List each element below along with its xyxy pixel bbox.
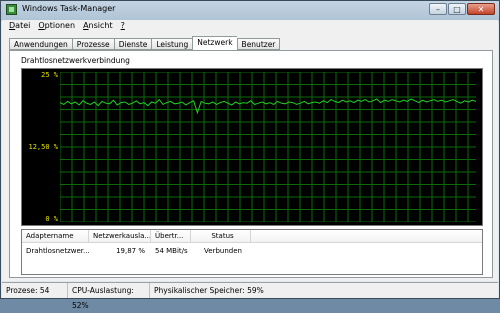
task-manager-window: Windows Task-Manager – □ ✕ Datei Optione… xyxy=(0,0,500,310)
adapter-list-header: Adaptername Netzwerkausla... Übertr... S… xyxy=(22,230,482,243)
adapter-list: Adaptername Netzwerkausla... Übertr... S… xyxy=(21,229,483,275)
close-button[interactable]: ✕ xyxy=(467,3,495,15)
column-status[interactable]: Status xyxy=(191,230,251,242)
cell-netzwerkauslastung: 19,87 % xyxy=(116,247,145,255)
tab-netzwerk[interactable]: Netzwerk xyxy=(192,36,237,50)
menu-optionen[interactable]: Optionen xyxy=(38,20,75,32)
minimize-button[interactable]: – xyxy=(429,3,447,15)
status-cpu-usage: CPU-Auslastung: 52% xyxy=(68,283,150,310)
tab-dienste[interactable]: Dienste xyxy=(113,38,152,50)
tab-strip: Anwendungen Prozesse Dienste Leistung Ne… xyxy=(9,36,281,50)
status-physical-memory: Physikalischer Speicher: 59% xyxy=(154,286,264,295)
utilization-plot xyxy=(60,72,476,222)
network-graph: 25 % 12,50 % 0 % xyxy=(21,68,483,226)
status-processes: Prozese: 54 xyxy=(2,283,68,298)
cell-adaptername: Drahtlosnetzwer... xyxy=(26,247,89,255)
tab-prozesse[interactable]: Prozesse xyxy=(71,38,114,50)
table-row[interactable]: Drahtlosnetzwer... 19,87 % 54 MBit/s Ver… xyxy=(22,245,482,257)
menu-help-accel: ? xyxy=(120,21,125,30)
column-netzwerkauslastung[interactable]: Netzwerkausla... xyxy=(89,230,151,242)
status-bar: Prozese: 54 CPU-Auslastung: 52% Physikal… xyxy=(2,282,498,310)
menu-help[interactable]: ? xyxy=(121,20,125,32)
tab-benutzer[interactable]: Benutzer xyxy=(236,38,281,50)
menu-ansicht[interactable]: Ansicht xyxy=(83,20,113,32)
task-manager-app-icon xyxy=(6,4,17,15)
cell-status: Verbunden xyxy=(204,247,242,255)
caption-buttons: – □ ✕ xyxy=(429,3,495,15)
menu-datei-label: atei xyxy=(15,21,31,30)
menu-bar: Datei Optionen Ansicht ? xyxy=(2,20,498,32)
y-axis-mid-label: 12,50 % xyxy=(28,143,58,151)
utilization-line xyxy=(60,98,476,115)
client-area: Anwendungen Prozesse Dienste Leistung Ne… xyxy=(2,32,498,281)
y-axis-bottom-label: 0 % xyxy=(45,215,58,223)
network-tab-panel: Drahtlosnetzwerkverbindung 25 % 12,50 % … xyxy=(9,50,493,278)
tab-anwendungen[interactable]: Anwendungen xyxy=(9,38,72,50)
column-uebertragungsrate[interactable]: Übertr... xyxy=(151,230,191,242)
menu-optionen-label: ptionen xyxy=(44,21,76,30)
cell-uebertragungsrate: 54 MBit/s xyxy=(155,247,188,255)
maximize-button[interactable]: □ xyxy=(448,3,466,15)
menu-ansicht-label: nsicht xyxy=(88,21,113,30)
tab-leistung[interactable]: Leistung xyxy=(151,38,193,50)
grid-lines xyxy=(60,72,476,222)
column-adaptername[interactable]: Adaptername xyxy=(22,230,89,242)
graph-title: Drahtlosnetzwerkverbindung xyxy=(21,56,130,65)
window-title: Windows Task-Manager xyxy=(22,4,116,13)
menu-datei[interactable]: Datei xyxy=(9,20,30,32)
y-axis-top-label: 25 % xyxy=(41,71,58,79)
title-bar[interactable]: Windows Task-Manager – □ ✕ xyxy=(1,1,499,19)
